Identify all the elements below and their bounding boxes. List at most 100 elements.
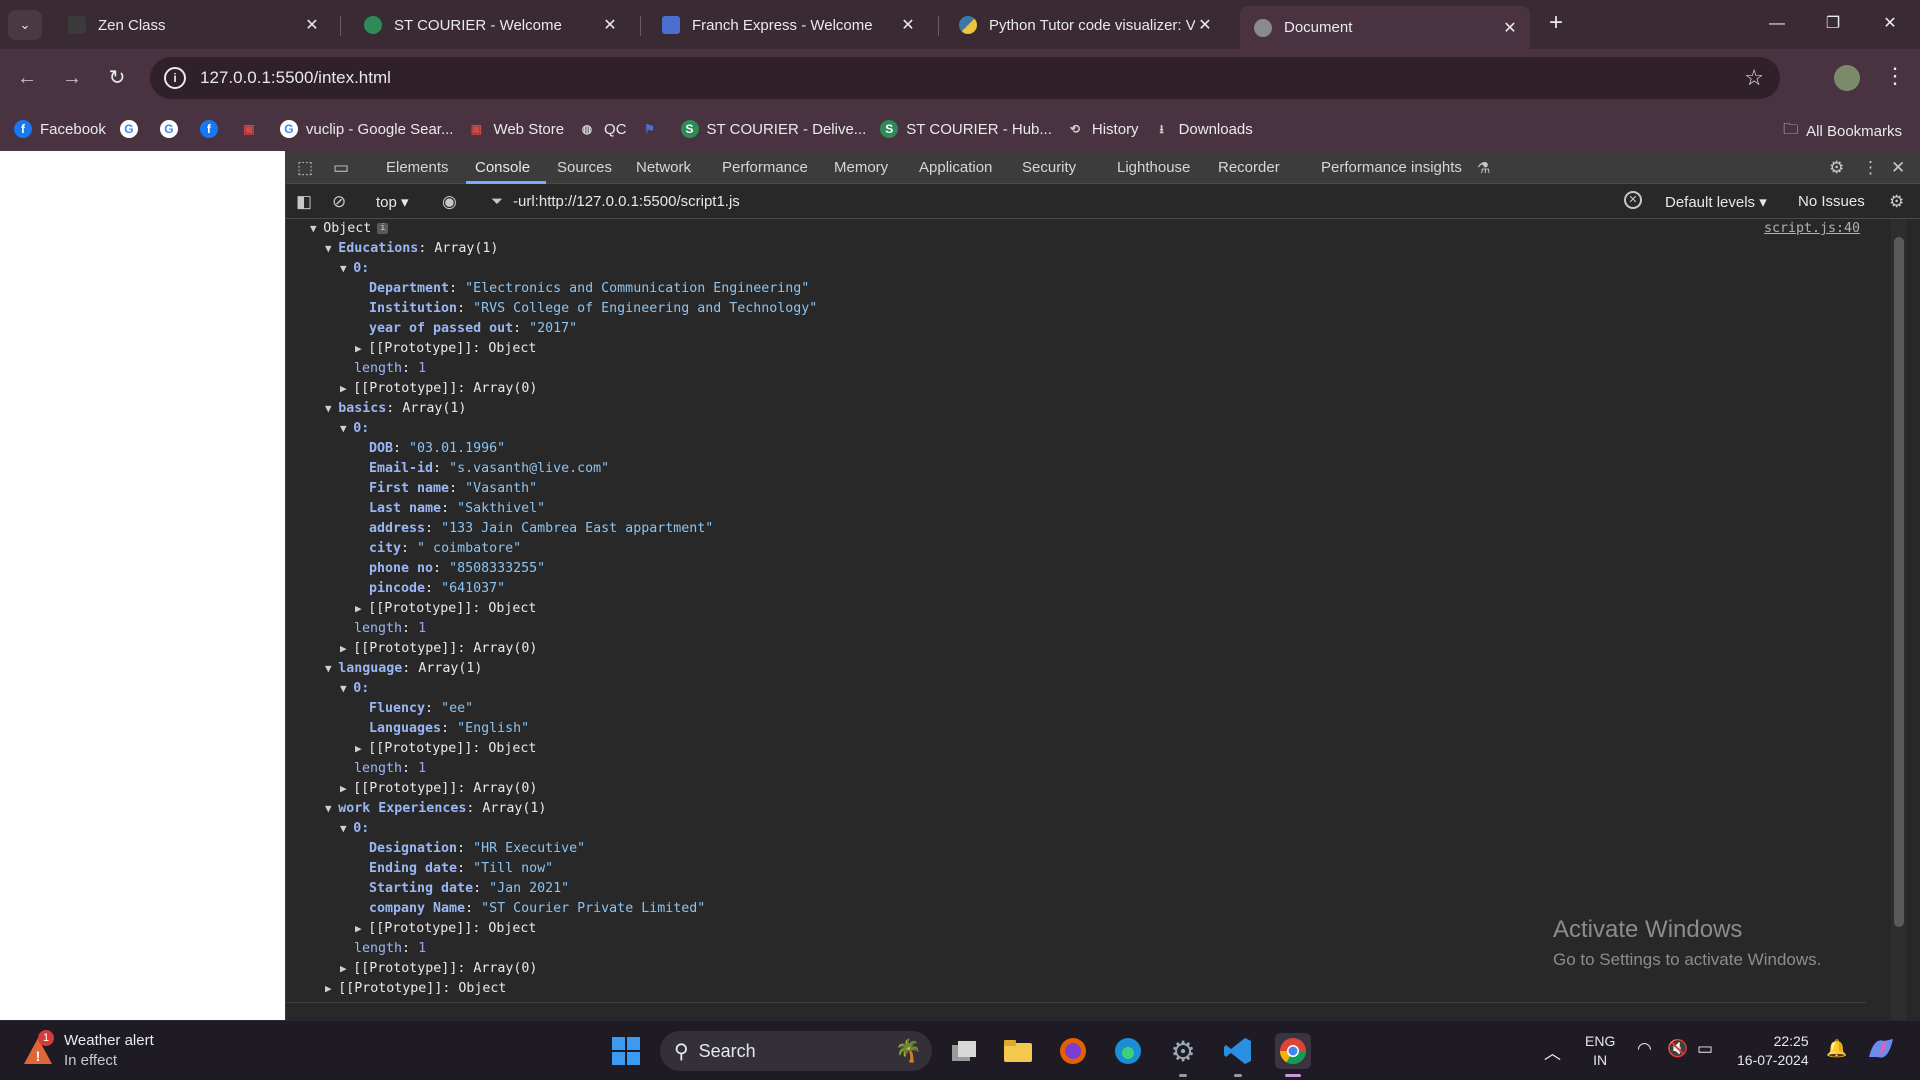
expanded-triangle-icon[interactable]: ▼ xyxy=(340,822,353,835)
tab-security[interactable]: Security xyxy=(1022,159,1076,176)
console-tree-row[interactable]: ▶ [[Prototype]]: Array(0) xyxy=(340,779,537,799)
settings-icon[interactable]: ⚙ xyxy=(1165,1033,1201,1069)
sidebar-toggle-icon[interactable]: ◧ xyxy=(296,192,312,212)
star-icon[interactable]: ☆ xyxy=(1744,65,1764,91)
edge-icon[interactable] xyxy=(1110,1033,1146,1069)
close-icon[interactable]: ✕ xyxy=(302,15,322,35)
tab-performance-insights[interactable]: Performance insights xyxy=(1321,159,1462,176)
avatar[interactable] xyxy=(1834,65,1860,91)
tab-zen-class[interactable]: Zen Class ✕ xyxy=(54,6,332,44)
bookmark-item[interactable]: ⭳ Downloads xyxy=(1153,120,1252,138)
console-tree-row[interactable]: ▶ [[Prototype]]: Object xyxy=(355,599,536,619)
tab-performance[interactable]: Performance xyxy=(722,159,808,176)
copilot-icon[interactable] xyxy=(1866,1035,1896,1068)
console-tree-row[interactable]: ▼ Object i xyxy=(310,219,389,239)
console-settings-gear-icon[interactable]: ⚙ xyxy=(1889,192,1904,212)
filter-input[interactable]: ⏷ -url:http://127.0.0.1:5500/script1.js xyxy=(491,188,1651,214)
collapsed-triangle-icon[interactable]: ▶ xyxy=(340,782,353,795)
close-icon[interactable]: ✕ xyxy=(1500,18,1520,38)
tab-lighthouse[interactable]: Lighthouse xyxy=(1117,159,1190,176)
more-options-icon[interactable]: ⋮ xyxy=(1862,158,1879,178)
new-tab-button[interactable]: + xyxy=(1544,11,1568,36)
context-selector[interactable]: top ▾ xyxy=(376,193,409,211)
console-tree-row[interactable]: ▶ [[Prototype]]: Array(0) xyxy=(340,379,537,399)
tab-franch-express[interactable]: Franch Express - Welcome ✕ xyxy=(648,6,928,44)
console-tree-row[interactable]: ▼ 0: xyxy=(340,819,369,839)
console-tree-row[interactable]: ▶ [[Prototype]]: Object xyxy=(355,739,536,759)
console-tree-row[interactable]: ▼ Educations: Array(1) xyxy=(325,239,498,259)
console-tree-row[interactable]: ▶ [[Prototype]]: Array(0) xyxy=(340,959,537,979)
close-window-button[interactable]: ✕ xyxy=(1876,10,1904,38)
bookmark-item[interactable]: G xyxy=(159,120,186,138)
issues-counter[interactable]: No Issues xyxy=(1798,193,1865,210)
scroll-thumb[interactable] xyxy=(1894,237,1904,927)
collapsed-triangle-icon[interactable]: ▶ xyxy=(355,922,368,935)
close-icon[interactable]: ✕ xyxy=(600,15,620,35)
bookmark-item[interactable]: Gvuclip - Google Sear... xyxy=(279,120,453,138)
info-icon[interactable]: i xyxy=(164,67,186,89)
console-tree-row[interactable]: ▼ 0: xyxy=(340,419,369,439)
collapsed-triangle-icon[interactable]: ▶ xyxy=(340,642,353,655)
expanded-triangle-icon[interactable]: ▼ xyxy=(340,262,353,275)
console-tree-row[interactable]: ▼ 0: xyxy=(340,259,369,279)
volume-muted-icon[interactable]: 🔇 xyxy=(1667,1039,1688,1059)
collapsed-triangle-icon[interactable]: ▶ xyxy=(355,602,368,615)
forward-button[interactable]: → xyxy=(59,65,85,91)
tab-document[interactable]: Document ✕ xyxy=(1240,6,1530,49)
bookmark-item[interactable]: ▣ xyxy=(240,120,266,138)
clear-filter-icon[interactable]: ✕ xyxy=(1624,191,1642,209)
expanded-triangle-icon[interactable]: ▼ xyxy=(340,682,353,695)
tab-memory[interactable]: Memory xyxy=(834,159,888,176)
console-tree-row[interactable]: ▼ basics: Array(1) xyxy=(325,399,466,419)
expanded-triangle-icon[interactable]: ▼ xyxy=(340,422,353,435)
console-tree-row[interactable]: ▶ [[Prototype]]: Object xyxy=(325,979,506,999)
tab-elements[interactable]: Elements xyxy=(386,159,449,176)
console-tree-row[interactable]: ▶ [[Prototype]]: Object xyxy=(355,919,536,939)
collapsed-triangle-icon[interactable]: ▶ xyxy=(355,742,368,755)
chrome-icon[interactable] xyxy=(1275,1033,1311,1069)
log-levels-dropdown[interactable]: Default levels ▾ xyxy=(1665,193,1767,211)
bookmark-item[interactable]: G xyxy=(119,120,146,138)
bookmark-item[interactable]: ▣ Web Store xyxy=(467,120,564,138)
firefox-icon[interactable] xyxy=(1055,1033,1091,1069)
tray-overflow-icon[interactable]: ︿ xyxy=(1544,1039,1561,1064)
bookmark-item[interactable]: ⟲ History xyxy=(1066,120,1139,138)
bookmark-item[interactable]: f Facebook xyxy=(14,120,106,138)
bookmark-item[interactable]: S ST COURIER - Hub... xyxy=(880,120,1052,138)
bookmark-item[interactable]: f xyxy=(199,120,226,138)
console-tree-row[interactable]: ▼ language: Array(1) xyxy=(325,659,482,679)
file-explorer-icon[interactable] xyxy=(1000,1033,1036,1069)
device-toolbar-icon[interactable]: ▭ xyxy=(333,158,349,178)
close-icon[interactable]: ✕ xyxy=(1195,15,1215,35)
reload-button[interactable]: ↻ xyxy=(104,65,130,91)
console-tree-row[interactable]: ▶ [[Prototype]]: Array(0) xyxy=(340,639,537,659)
expanded-triangle-icon[interactable]: ▼ xyxy=(310,222,323,235)
bookmark-item[interactable]: ◍ QC xyxy=(578,120,627,138)
console-scrollbar[interactable] xyxy=(1891,219,1906,1020)
tab-recorder[interactable]: Recorder xyxy=(1218,159,1280,176)
console-tree-row[interactable]: ▶ [[Prototype]]: Object xyxy=(355,339,536,359)
weather-widget[interactable]: ! 1 Weather alert In effect xyxy=(22,1030,154,1071)
restore-button[interactable]: ❐ xyxy=(1819,10,1847,38)
expanded-triangle-icon[interactable]: ▼ xyxy=(325,402,338,415)
expanded-triangle-icon[interactable]: ▼ xyxy=(325,662,338,675)
bookmark-item[interactable]: S ST COURIER - Delive... xyxy=(680,120,866,138)
all-bookmarks-button[interactable]: 🗀 All Bookmarks xyxy=(1783,119,1902,144)
wifi-icon[interactable]: ◠ xyxy=(1637,1039,1652,1059)
tab-python-tutor[interactable]: Python Tutor code visualizer: Vi ✕ xyxy=(945,6,1225,44)
task-view-icon[interactable] xyxy=(946,1033,982,1069)
tab-st-courier[interactable]: ST COURIER - Welcome ✕ xyxy=(350,6,630,44)
source-link[interactable]: script.js:40 xyxy=(1764,221,1860,236)
tab-application[interactable]: Application xyxy=(919,159,992,176)
bookmark-item[interactable]: ⚑ xyxy=(641,120,667,138)
address-bar[interactable]: i 127.0.0.1:5500/intex.html ☆ xyxy=(150,57,1780,99)
console-tree-row[interactable]: ▼ 0: xyxy=(340,679,369,699)
collapsed-triangle-icon[interactable]: ▶ xyxy=(340,382,353,395)
back-button[interactable]: ← xyxy=(14,65,40,91)
battery-icon[interactable]: ▭ xyxy=(1697,1039,1713,1059)
close-icon[interactable]: ✕ xyxy=(898,15,918,35)
expanded-triangle-icon[interactable]: ▼ xyxy=(325,242,338,255)
collapsed-triangle-icon[interactable]: ▶ xyxy=(325,982,338,995)
tab-network[interactable]: Network xyxy=(636,159,691,176)
more-menu-icon[interactable]: ⋮ xyxy=(1884,63,1906,89)
